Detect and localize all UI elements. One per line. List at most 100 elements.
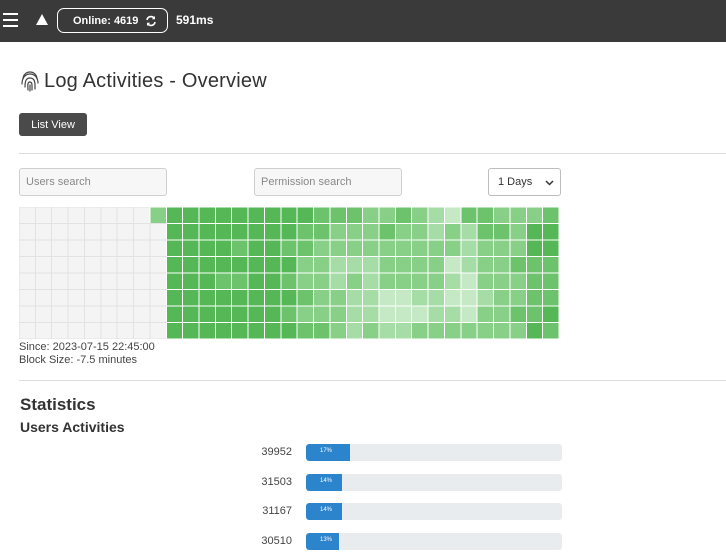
heatmap-cell[interactable] bbox=[280, 223, 298, 241]
heatmap-cell[interactable] bbox=[460, 223, 478, 241]
heatmap-cell[interactable] bbox=[296, 289, 315, 307]
heatmap-cell[interactable] bbox=[280, 322, 298, 340]
heatmap-cell[interactable] bbox=[100, 239, 118, 257]
heatmap-cell[interactable] bbox=[182, 305, 200, 323]
heatmap-cell[interactable] bbox=[345, 256, 364, 274]
heatmap-cell[interactable] bbox=[443, 223, 462, 241]
heatmap-cell[interactable] bbox=[378, 289, 396, 307]
heatmap-cell[interactable] bbox=[411, 305, 429, 323]
heatmap-cell[interactable] bbox=[411, 322, 429, 340]
hamburger-icon[interactable] bbox=[3, 13, 18, 27]
heatmap-cell[interactable] bbox=[34, 272, 53, 290]
heatmap-cell[interactable] bbox=[18, 272, 36, 290]
heatmap-cell[interactable] bbox=[51, 322, 69, 340]
heatmap-cell[interactable] bbox=[34, 223, 53, 241]
heatmap-cell[interactable] bbox=[198, 305, 216, 323]
heatmap-cell[interactable] bbox=[280, 272, 298, 290]
heatmap-cell[interactable] bbox=[313, 223, 331, 241]
heatmap-cell[interactable] bbox=[18, 322, 36, 340]
heatmap-cell[interactable] bbox=[542, 239, 560, 257]
heatmap-cell[interactable] bbox=[329, 206, 347, 224]
heatmap-cell[interactable] bbox=[329, 239, 347, 257]
heatmap-cell[interactable] bbox=[345, 305, 364, 323]
heatmap-cell[interactable] bbox=[329, 272, 347, 290]
heatmap-cell[interactable] bbox=[83, 206, 102, 224]
heatmap-cell[interactable] bbox=[460, 322, 478, 340]
heatmap-cell[interactable] bbox=[525, 256, 544, 274]
heatmap-cell[interactable] bbox=[525, 305, 544, 323]
heatmap-cell[interactable] bbox=[296, 206, 315, 224]
heatmap-cell[interactable] bbox=[100, 272, 118, 290]
heatmap-cell[interactable] bbox=[427, 206, 445, 224]
heatmap-cell[interactable] bbox=[165, 289, 184, 307]
heatmap-cell[interactable] bbox=[100, 289, 118, 307]
heatmap-cell[interactable] bbox=[198, 289, 216, 307]
heatmap-cell[interactable] bbox=[83, 305, 102, 323]
permission-search-input[interactable] bbox=[254, 168, 402, 196]
heatmap-cell[interactable] bbox=[394, 256, 413, 274]
heatmap-cell[interactable] bbox=[51, 223, 69, 241]
heatmap-cell[interactable] bbox=[493, 223, 511, 241]
heatmap-cell[interactable] bbox=[378, 256, 396, 274]
heatmap-cell[interactable] bbox=[476, 322, 495, 340]
heatmap-cell[interactable] bbox=[411, 239, 429, 257]
users-search-input[interactable] bbox=[19, 168, 167, 196]
heatmap-cell[interactable] bbox=[542, 322, 560, 340]
heatmap-cell[interactable] bbox=[182, 239, 200, 257]
heatmap-cell[interactable] bbox=[18, 206, 36, 224]
heatmap-cell[interactable] bbox=[313, 272, 331, 290]
heatmap-cell[interactable] bbox=[460, 289, 478, 307]
heatmap-cell[interactable] bbox=[51, 272, 69, 290]
heatmap-cell[interactable] bbox=[247, 256, 265, 274]
heatmap-cell[interactable] bbox=[165, 305, 184, 323]
heatmap-cell[interactable] bbox=[493, 322, 511, 340]
warning-icon[interactable] bbox=[36, 14, 48, 25]
heatmap-cell[interactable] bbox=[542, 305, 560, 323]
heatmap-cell[interactable] bbox=[51, 239, 69, 257]
heatmap-cell[interactable] bbox=[345, 322, 364, 340]
heatmap-cell[interactable] bbox=[83, 239, 102, 257]
heatmap-cell[interactable] bbox=[509, 289, 527, 307]
heatmap-cell[interactable] bbox=[443, 322, 462, 340]
heatmap-cell[interactable] bbox=[247, 289, 265, 307]
heatmap-cell[interactable] bbox=[149, 206, 167, 224]
heatmap-cell[interactable] bbox=[182, 289, 200, 307]
heatmap-cell[interactable] bbox=[296, 272, 315, 290]
heatmap-cell[interactable] bbox=[198, 322, 216, 340]
heatmap-cell[interactable] bbox=[296, 305, 315, 323]
heatmap-cell[interactable] bbox=[345, 289, 364, 307]
heatmap-cell[interactable] bbox=[165, 322, 184, 340]
heatmap-cell[interactable] bbox=[133, 206, 151, 224]
heatmap-cell[interactable] bbox=[247, 322, 265, 340]
heatmap-cell[interactable] bbox=[214, 206, 233, 224]
heatmap-cell[interactable] bbox=[198, 206, 216, 224]
heatmap-cell[interactable] bbox=[493, 272, 511, 290]
heatmap-cell[interactable] bbox=[394, 272, 413, 290]
heatmap-cell[interactable] bbox=[427, 239, 445, 257]
heatmap-cell[interactable] bbox=[362, 206, 380, 224]
heatmap-cell[interactable] bbox=[231, 206, 249, 224]
heatmap-cell[interactable] bbox=[18, 305, 36, 323]
heatmap-cell[interactable] bbox=[182, 272, 200, 290]
heatmap-cell[interactable] bbox=[34, 305, 53, 323]
heatmap-cell[interactable] bbox=[509, 272, 527, 290]
heatmap-cell[interactable] bbox=[313, 256, 331, 274]
heatmap-cell[interactable] bbox=[345, 272, 364, 290]
heatmap-cell[interactable] bbox=[214, 239, 233, 257]
heatmap-cell[interactable] bbox=[378, 305, 396, 323]
heatmap-cell[interactable] bbox=[182, 322, 200, 340]
heatmap-cell[interactable] bbox=[280, 206, 298, 224]
heatmap-cell[interactable] bbox=[231, 239, 249, 257]
heatmap-cell[interactable] bbox=[509, 305, 527, 323]
heatmap-cell[interactable] bbox=[247, 305, 265, 323]
heatmap-cell[interactable] bbox=[133, 272, 151, 290]
heatmap-cell[interactable] bbox=[345, 223, 364, 241]
heatmap-cell[interactable] bbox=[443, 289, 462, 307]
heatmap-cell[interactable] bbox=[51, 305, 69, 323]
heatmap-cell[interactable] bbox=[34, 256, 53, 274]
heatmap-cell[interactable] bbox=[67, 305, 85, 323]
heatmap-cell[interactable] bbox=[182, 223, 200, 241]
heatmap-cell[interactable] bbox=[18, 256, 36, 274]
heatmap-cell[interactable] bbox=[460, 305, 478, 323]
heatmap-cell[interactable] bbox=[476, 239, 495, 257]
